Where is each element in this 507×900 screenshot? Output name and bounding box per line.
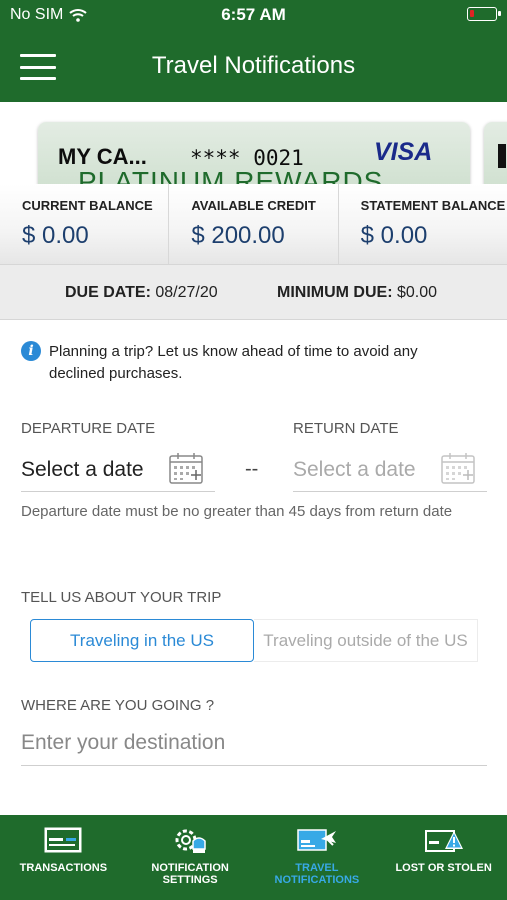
transactions-icon xyxy=(44,827,82,853)
status-time: 6:57 AM xyxy=(221,5,286,24)
balance-value: $ 0.00 xyxy=(22,222,89,249)
trip-us-option[interactable]: Traveling in the US xyxy=(30,619,254,662)
due-bar: DUE DATE: 08/27/20 MINIMUM DUE: $0.00 xyxy=(0,264,507,320)
tab-label: NOTIFICATION SETTINGS xyxy=(151,862,229,886)
date-helper-text: Departure date must be no greater than 4… xyxy=(21,503,453,520)
balance-value: $ 0.00 xyxy=(360,222,428,249)
trip-international-option[interactable]: Traveling outside of the US xyxy=(254,619,478,662)
balance-label: AVAILABLE CREDIT xyxy=(191,198,316,213)
return-date-label: RETURN DATE xyxy=(293,420,399,437)
due-date-value: 08/27/20 xyxy=(155,284,218,301)
tab-travel-notifications[interactable]: TRAVEL NOTIFICATIONS xyxy=(254,815,381,900)
tab-label: TRAVEL NOTIFICATIONS xyxy=(274,862,360,886)
departure-date-label: DEPARTURE DATE xyxy=(21,420,156,437)
balance-value: $ 200.00 xyxy=(191,222,285,249)
info-icon: i xyxy=(21,341,41,361)
calendar-icon[interactable] xyxy=(441,452,475,484)
destination-label: WHERE ARE YOU GOING ? xyxy=(21,697,215,714)
departure-date-value: Select a date xyxy=(21,458,144,481)
visa-logo: VISA xyxy=(374,138,433,166)
date-separator: -- xyxy=(245,458,259,480)
minimum-due: MINIMUM DUE: $0.00 xyxy=(277,284,437,302)
card-name: MY CA... xyxy=(58,144,147,169)
tab-lost-or-stolen[interactable]: LOST OR STOLEN xyxy=(380,815,507,900)
minimum-due-label: MINIMUM DUE: xyxy=(277,284,393,301)
page-title: Travel Notifications xyxy=(151,52,356,79)
bottom-tab-bar: TRANSACTIONS NOTIFICATION SETTINGS TRAVE… xyxy=(0,815,507,900)
trip-type-selector: Traveling in the US Traveling outside of… xyxy=(30,619,478,662)
trip-type-label: TELL US ABOUT YOUR TRIP xyxy=(21,589,222,606)
card-carousel[interactable]: PLATINUM REWARDS MY CA... **** 0021 VISA xyxy=(0,102,507,184)
next-card[interactable] xyxy=(484,122,507,184)
due-date-label: DUE DATE: xyxy=(65,284,151,301)
lost-stolen-icon xyxy=(424,830,463,852)
info-text: Planning a trip? Let us know ahead of ti… xyxy=(49,343,418,382)
card-number: **** 0021 xyxy=(190,146,304,170)
return-date-field[interactable]: Select a date xyxy=(293,452,487,492)
balance-summary: CURRENT BALANCE $ 0.00 AVAILABLE CREDIT … xyxy=(0,184,507,264)
battery-icon xyxy=(467,7,501,21)
available-credit: AVAILABLE CREDIT $ 200.00 xyxy=(168,184,337,264)
departure-date-field[interactable]: Select a date xyxy=(21,452,215,492)
minimum-due-value: $0.00 xyxy=(397,284,438,301)
credit-card[interactable]: PLATINUM REWARDS MY CA... **** 0021 VISA xyxy=(38,122,470,184)
return-date-value: Select a date xyxy=(293,458,416,481)
due-date: DUE DATE: 08/27/20 xyxy=(65,284,218,302)
tab-transactions[interactable]: TRANSACTIONS xyxy=(0,815,127,900)
balance-label: STATEMENT BALANCE xyxy=(360,198,506,213)
statement-balance: STATEMENT BALANCE $ 0.00 xyxy=(337,184,507,264)
balance-label: CURRENT BALANCE xyxy=(22,198,153,213)
tab-label: LOST OR STOLEN xyxy=(395,862,492,874)
notification-settings-icon xyxy=(175,829,206,853)
info-message: i Planning a trip? Let us know ahead of … xyxy=(21,341,471,385)
calendar-icon[interactable] xyxy=(169,452,203,484)
status-bar: No SIM 6:57 AM xyxy=(0,0,507,30)
app-header: Travel Notifications xyxy=(0,30,507,102)
travel-icon xyxy=(297,829,336,851)
current-balance: CURRENT BALANCE $ 0.00 xyxy=(0,184,168,264)
destination-input[interactable] xyxy=(21,720,487,766)
tab-notification-settings[interactable]: NOTIFICATION SETTINGS xyxy=(127,815,254,900)
tab-label: TRANSACTIONS xyxy=(19,862,108,874)
